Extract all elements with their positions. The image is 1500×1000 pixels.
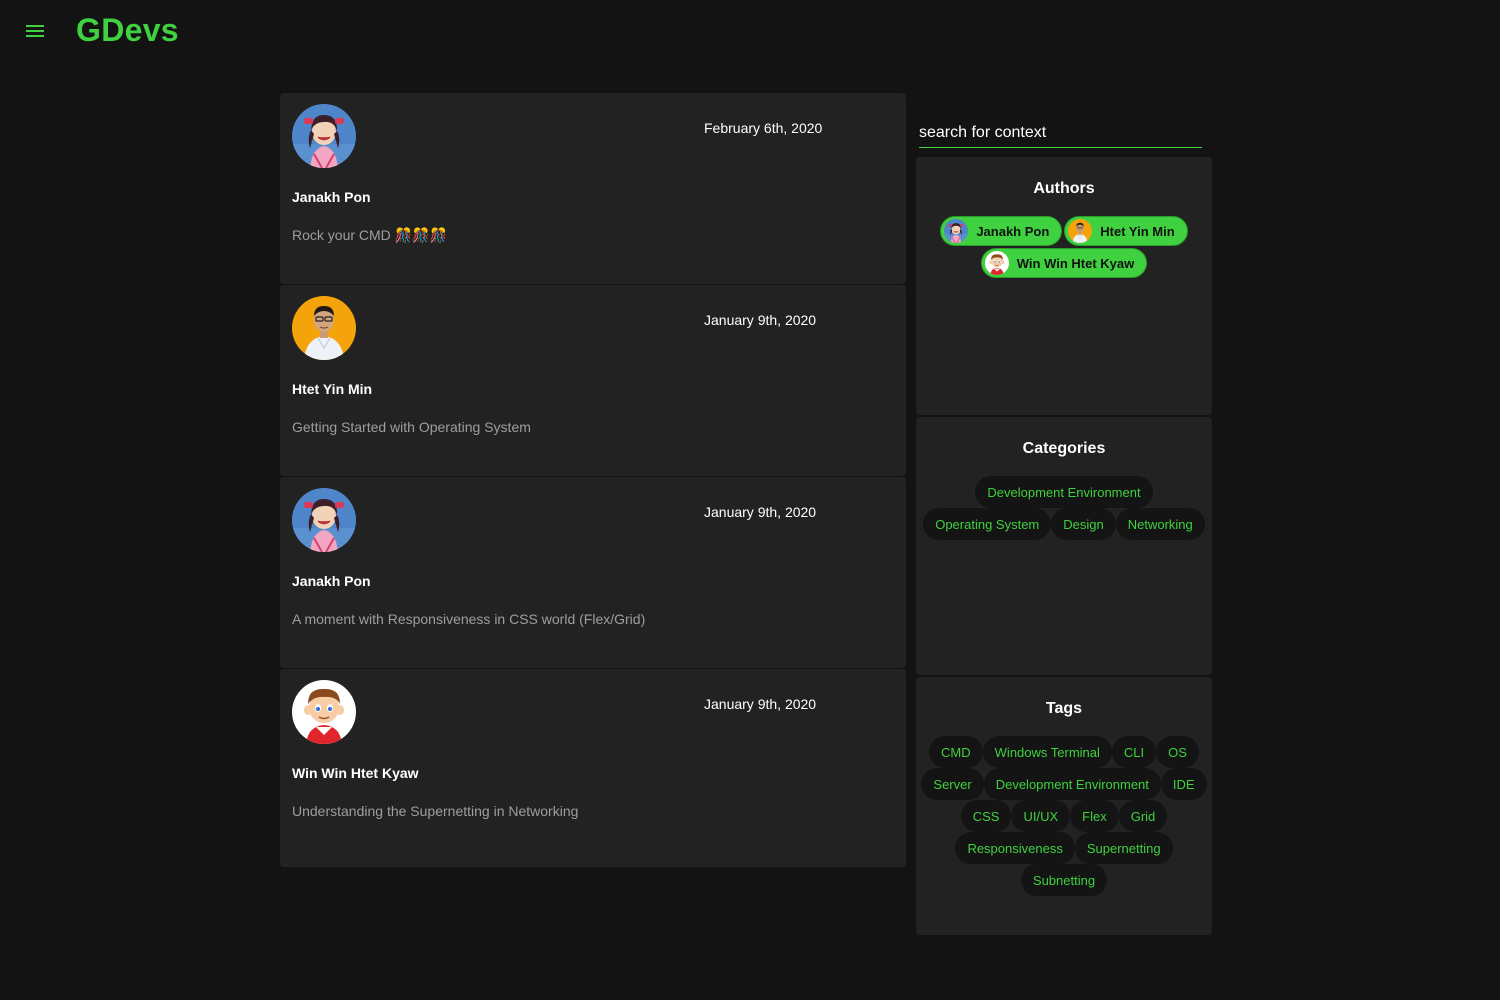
post-title: Getting Started with Operating System	[292, 419, 531, 435]
author-chip-label: Janakh Pon	[976, 223, 1050, 239]
tag-chip[interactable]: Flex	[1070, 800, 1119, 832]
post-card[interactable]: January 9th, 2020 Janakh Pon A moment wi…	[280, 477, 906, 669]
post-card[interactable]: February 6th, 2020 Janakh Pon Rock your …	[280, 93, 906, 285]
category-chip[interactable]: Operating System	[923, 508, 1052, 540]
tag-chip[interactable]: Windows Terminal	[982, 736, 1112, 768]
post-date: January 9th, 2020	[704, 696, 817, 712]
tag-chip[interactable]: Supernetting	[1074, 832, 1173, 864]
author-chip[interactable]: Htet Yin Min	[1064, 216, 1188, 246]
category-chip[interactable]: Networking	[1115, 508, 1205, 540]
category-chip[interactable]: Design	[1051, 508, 1116, 540]
author-avatar	[985, 251, 1009, 275]
tag-chip[interactable]: Subnetting	[1020, 864, 1108, 896]
post-date: February 6th, 2020	[704, 120, 823, 136]
tag-chip[interactable]: Development Environment	[983, 768, 1161, 800]
author-chip[interactable]: Janakh Pon	[940, 216, 1063, 246]
post-date: January 9th, 2020	[704, 504, 817, 520]
app-bar: GDevs	[0, 0, 1500, 64]
author-avatar	[292, 104, 356, 168]
category-chip-list: Development Environment Operating System…	[916, 476, 1212, 540]
author-avatar	[292, 680, 356, 744]
author-avatar	[944, 219, 968, 243]
tag-chip-list: CMD Windows Terminal CLI OS Server Devel…	[916, 736, 1212, 896]
tag-chip[interactable]: OS	[1156, 736, 1199, 768]
post-title: A moment with Responsiveness in CSS worl…	[292, 611, 646, 627]
post-title: Rock your CMD 🎊🎊🎊	[292, 227, 447, 243]
search-field	[919, 116, 1202, 148]
author-chip-list: Janakh Pon Htet Yin Min Win Win Htet Kya…	[916, 216, 1212, 280]
tag-chip[interactable]: CMD	[929, 736, 983, 768]
tags-heading: Tags	[1045, 700, 1083, 717]
post-list: February 6th, 2020 Janakh Pon Rock your …	[280, 93, 906, 868]
category-chip[interactable]: Development Environment	[975, 476, 1153, 508]
search-input[interactable]	[919, 116, 1202, 146]
author-chip-label: Win Win Htet Kyaw	[1016, 255, 1135, 271]
brand-logo[interactable]: GDevs	[76, 12, 179, 49]
authors-heading: Authors	[1033, 180, 1095, 197]
categories-panel: Categories Development Environment Opera…	[916, 417, 1212, 675]
post-title: Understanding the Supernetting in Networ…	[292, 803, 579, 819]
author-avatar	[1068, 219, 1092, 243]
post-date: January 9th, 2020	[704, 312, 817, 328]
author-chip[interactable]: Win Win Htet Kyaw	[980, 248, 1148, 278]
author-chip-label: Htet Yin Min	[1100, 223, 1175, 239]
tag-chip[interactable]: UI/UX	[1011, 800, 1071, 832]
author-avatar	[292, 488, 356, 552]
post-card[interactable]: January 9th, 2020 Win Win Htet Kyaw Unde…	[280, 669, 906, 868]
authors-panel: Authors Janakh Pon Htet Yin Min Win Win …	[916, 157, 1212, 415]
categories-heading: Categories	[1022, 440, 1106, 457]
post-author: Janakh Pon	[292, 573, 371, 589]
tag-chip[interactable]: Responsiveness	[955, 832, 1075, 864]
post-card[interactable]: January 9th, 2020 Htet Yin Min Getting S…	[280, 285, 906, 477]
tag-chip[interactable]: Grid	[1118, 800, 1168, 832]
tag-chip[interactable]: CLI	[1111, 736, 1157, 768]
hamburger-menu-icon[interactable]	[24, 22, 48, 42]
tag-chip[interactable]: Server	[921, 768, 984, 800]
author-avatar	[292, 296, 356, 360]
post-author: Htet Yin Min	[292, 381, 373, 397]
tags-panel: Tags CMD Windows Terminal CLI OS Server …	[916, 677, 1212, 935]
post-author: Win Win Htet Kyaw	[292, 765, 419, 781]
tag-chip[interactable]: CSS	[960, 800, 1012, 832]
tag-chip[interactable]: IDE	[1160, 768, 1207, 800]
post-author: Janakh Pon	[292, 189, 371, 205]
